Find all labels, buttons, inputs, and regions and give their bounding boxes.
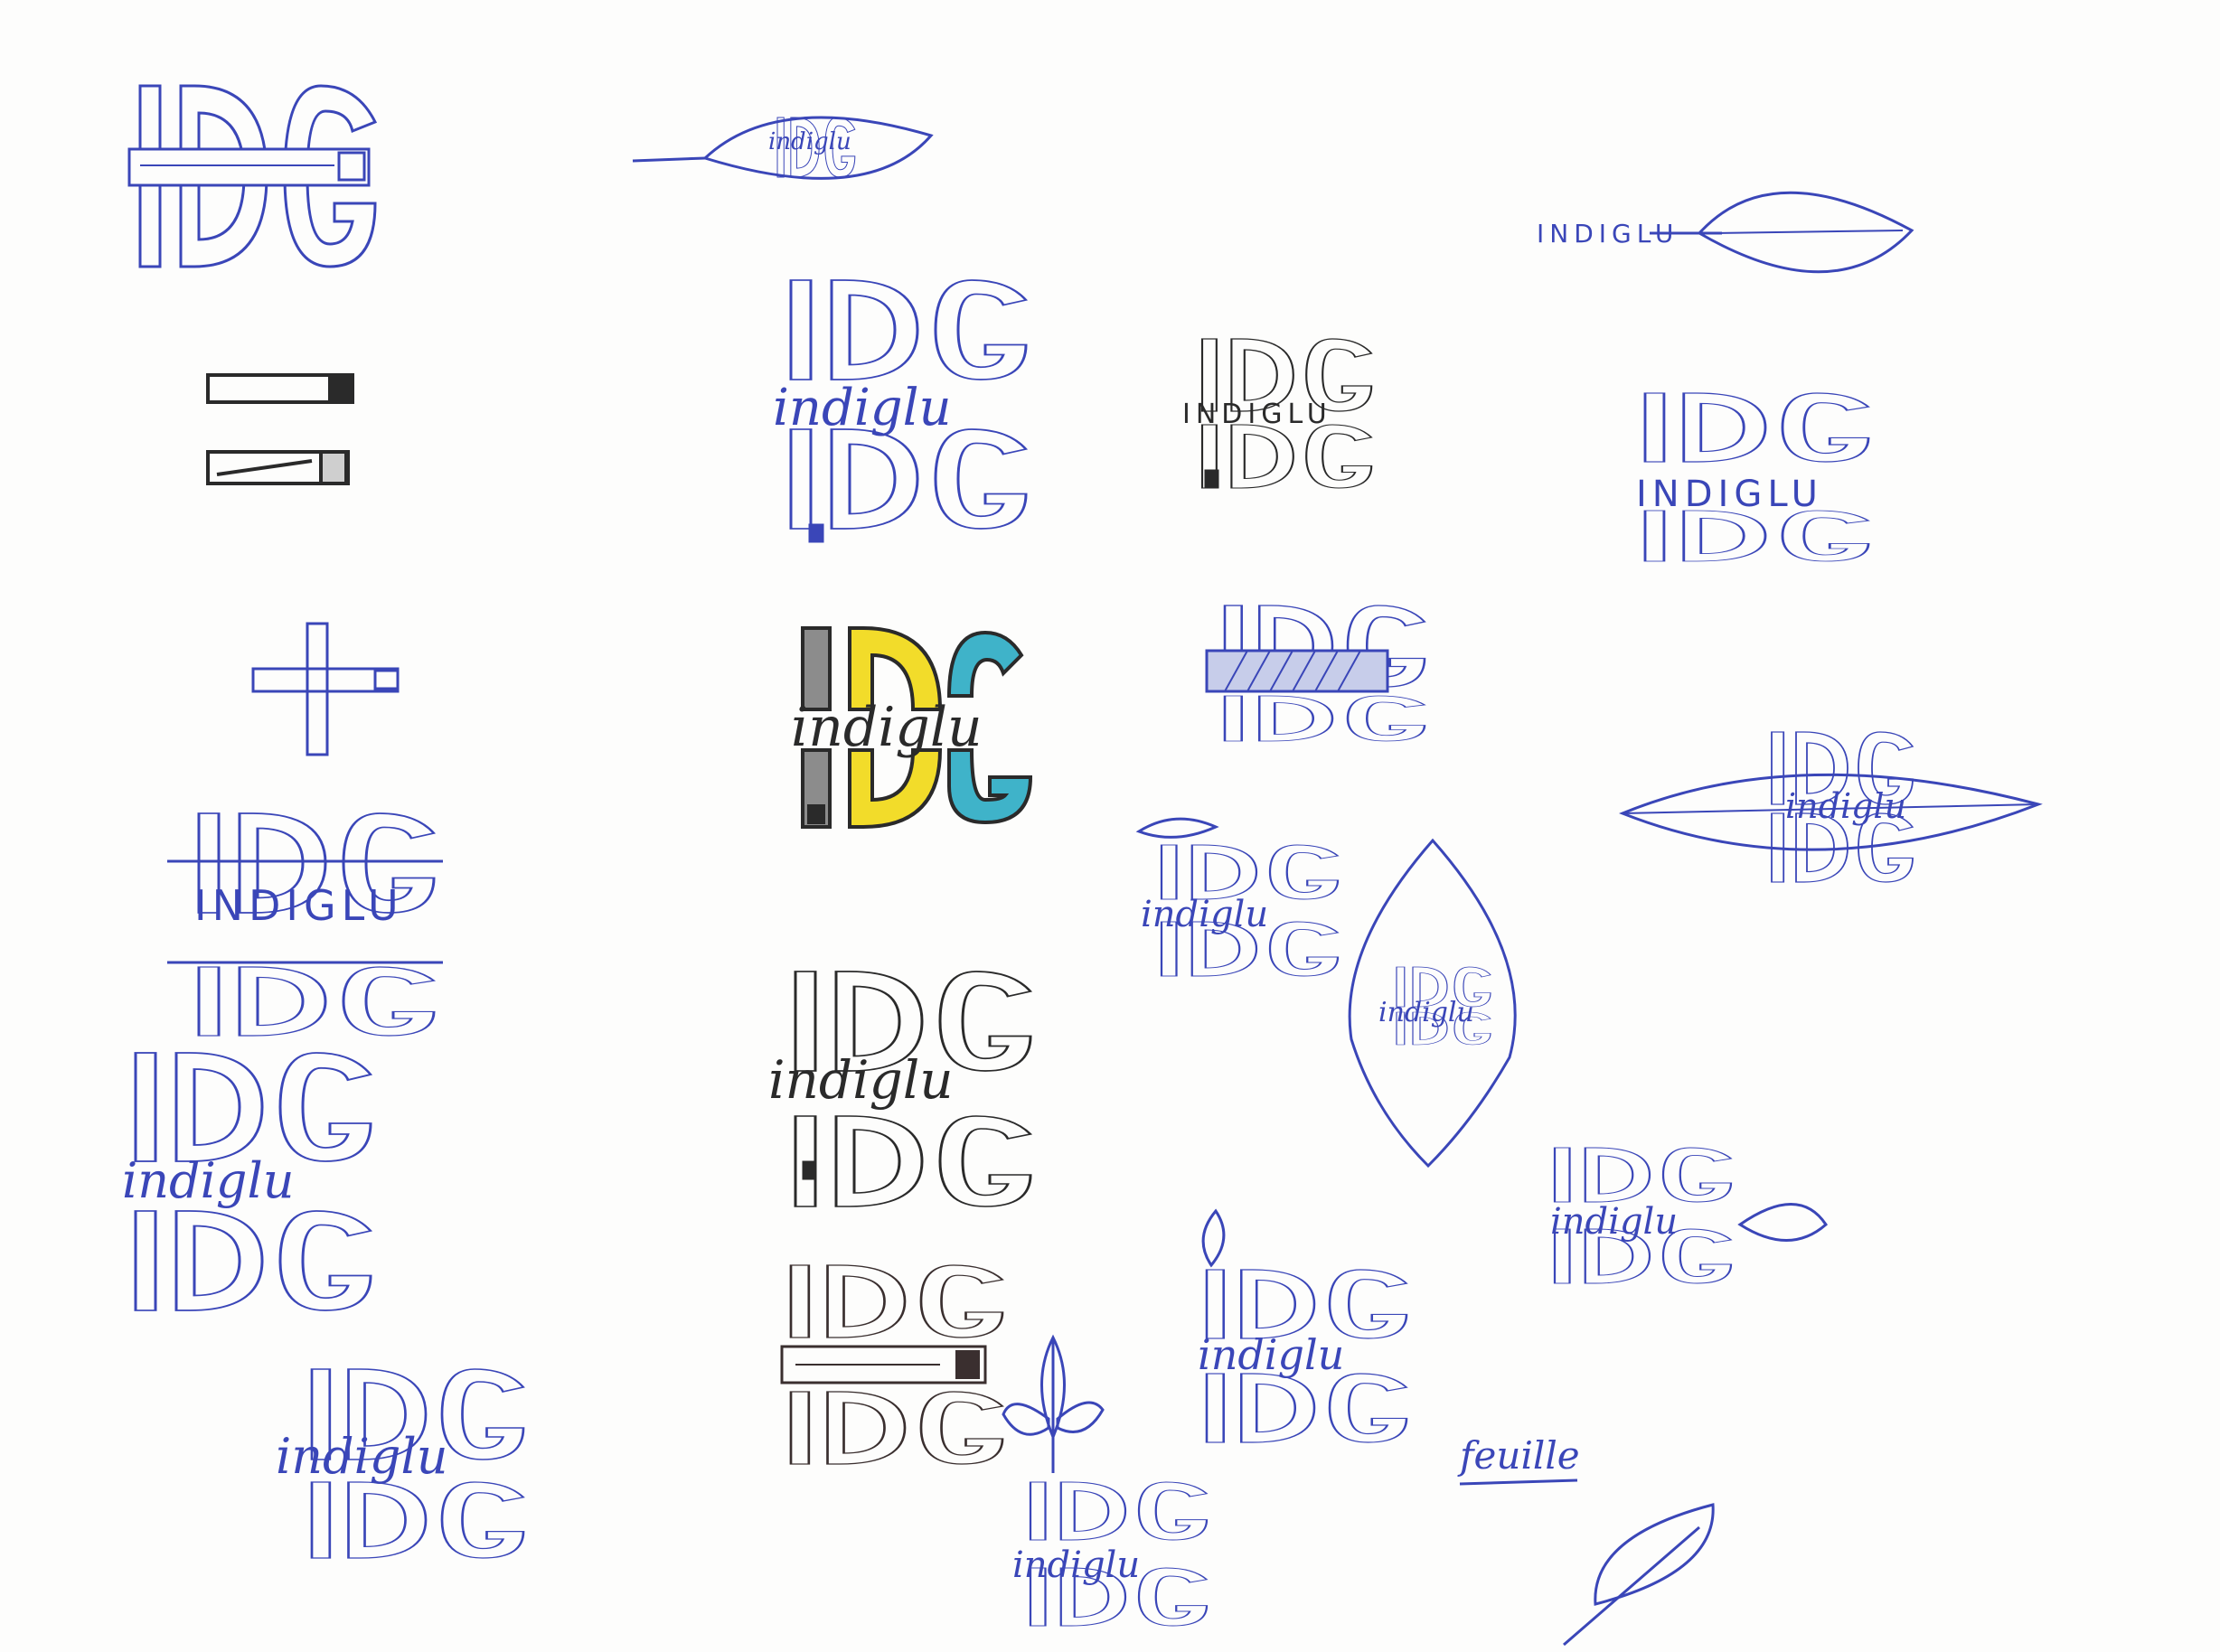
caps-wordmark: INDIGLU	[1182, 399, 1332, 430]
lighter-icon	[206, 373, 354, 485]
script-wordmark: indiglu	[791, 696, 983, 759]
leaf-icon	[1737, 1203, 1828, 1242]
leaf-icon	[1650, 191, 1914, 274]
script-wordmark: indiglu	[1378, 997, 1474, 1028]
sketch-paper: INDIGLU indiglu indiglu indiglu indiglu …	[122, 84, 2043, 1647]
script-wordmark: indiglu	[1785, 786, 1906, 826]
caps-wordmark: INDIGLU	[1636, 474, 1823, 515]
leaf-icon	[1563, 1503, 1715, 1647]
sprout-icon	[1002, 1334, 1105, 1473]
leaf-icon	[1135, 817, 1219, 839]
script-wordmark: indiglu	[768, 128, 851, 155]
sprout-icon	[1201, 1208, 1226, 1268]
script-wordmark: indiglu	[1141, 894, 1268, 935]
script-wordmark: indiglu	[1550, 1201, 1678, 1243]
script-wordmark: indiglu	[768, 1049, 954, 1111]
script-wordmark: indiglu	[276, 1428, 448, 1485]
feuille-label: feuille	[1457, 1433, 1580, 1478]
sketch-sheet: INDIGLU indiglu indiglu indiglu indiglu …	[0, 0, 2220, 1652]
idg-lighter-sketch	[127, 84, 377, 268]
script-wordmark: indiglu	[1012, 1544, 1140, 1586]
script-wordmark: indiglu	[122, 1152, 295, 1209]
cross-icon	[251, 622, 400, 756]
caps-wordmark: INDIGLU	[194, 881, 404, 930]
idg-lighter-sketch	[780, 1263, 1004, 1466]
idg-hatched-sketch	[1205, 604, 1426, 743]
script-wordmark: indiglu	[773, 379, 952, 437]
script-wordmark: indiglu	[1198, 1330, 1344, 1379]
